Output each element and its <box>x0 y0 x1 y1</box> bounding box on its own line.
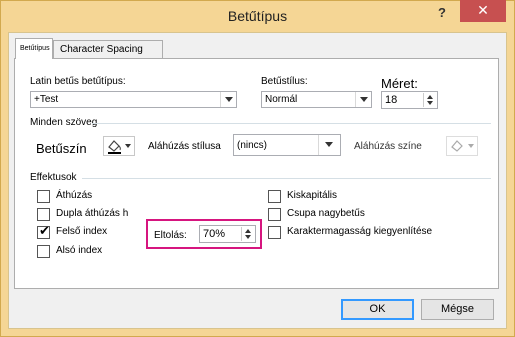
equalize-height-checkbox[interactable] <box>268 226 281 239</box>
cancel-button[interactable]: Mégse <box>421 299 494 320</box>
font-size-label: Méret: <box>381 76 418 91</box>
effects-group-label: Effektusok <box>30 172 77 183</box>
tab-strip: Betűtípus Character Spacing <box>15 38 235 59</box>
spinner-buttons[interactable] <box>241 227 254 241</box>
font-color-button[interactable] <box>103 136 135 156</box>
superscript-label: Felső index <box>56 226 108 237</box>
underline-style-value: (nincs) <box>237 140 268 151</box>
all-text-group-label: Minden szöveg <box>30 117 98 128</box>
underline-color-label: Aláhúzás színe <box>354 141 422 152</box>
chevron-down-icon[interactable] <box>355 92 371 107</box>
chevron-down-icon[interactable] <box>220 92 236 107</box>
small-caps-checkbox[interactable] <box>268 190 281 203</box>
equalize-height-label: Karaktermagasság kiegyenlítése <box>287 226 433 237</box>
spinner-buttons[interactable] <box>423 93 436 107</box>
font-style-label: Betűstílus: <box>261 76 308 87</box>
font-size-spinner[interactable]: 18 <box>381 91 438 109</box>
latin-font-combo[interactable]: +Test <box>30 91 237 108</box>
chevron-down-icon[interactable] <box>318 135 340 155</box>
subscript-checkbox[interactable] <box>37 245 50 258</box>
font-style-combo[interactable]: Normál <box>261 91 372 108</box>
all-caps-checkbox[interactable] <box>268 208 281 221</box>
double-strikethrough-checkbox[interactable] <box>37 208 50 221</box>
underline-color-button[interactable] <box>446 136 478 156</box>
paint-bucket-icon <box>108 140 131 154</box>
offset-spinner[interactable]: 70% <box>199 225 256 243</box>
font-size-value: 18 <box>385 94 398 106</box>
group-divider <box>92 123 491 124</box>
close-button[interactable]: ✕ <box>460 0 506 22</box>
ok-button[interactable]: OK <box>341 299 414 320</box>
latin-font-value: +Test <box>34 94 59 105</box>
spin-up-icon[interactable] <box>427 95 433 99</box>
font-style-value: Normál <box>265 94 298 105</box>
tab-font[interactable]: Betűtípus <box>15 38 53 59</box>
group-divider <box>82 178 491 179</box>
paint-bucket-icon <box>451 140 474 152</box>
tab-character-spacing[interactable]: Character Spacing <box>53 40 163 58</box>
all-caps-label: Csupa nagybetűs <box>287 208 365 219</box>
checkmark-icon: ✔ <box>39 223 50 238</box>
help-button[interactable]: ? <box>433 4 451 22</box>
superscript-checkbox[interactable]: ✔ <box>37 223 50 239</box>
subscript-label: Alsó index <box>56 245 103 256</box>
font-color-label: Betűszín <box>36 141 87 156</box>
strikethrough-label: Áthúzás <box>56 190 93 201</box>
underline-style-label: Aláhúzás stílusa <box>148 141 221 152</box>
spin-down-icon[interactable] <box>427 101 433 105</box>
offset-value: 70% <box>203 228 226 240</box>
spin-up-icon[interactable] <box>245 229 251 233</box>
double-strikethrough-label: Dupla áthúzás h <box>56 208 129 219</box>
latin-font-label: Latin betűs betűtípus: <box>30 76 126 87</box>
small-caps-label: Kiskapitális <box>287 190 338 201</box>
spin-down-icon[interactable] <box>245 235 251 239</box>
offset-label: Eltolás: <box>154 230 187 241</box>
underline-style-combo[interactable]: (nincs) <box>233 134 341 156</box>
strikethrough-checkbox[interactable] <box>37 190 50 203</box>
